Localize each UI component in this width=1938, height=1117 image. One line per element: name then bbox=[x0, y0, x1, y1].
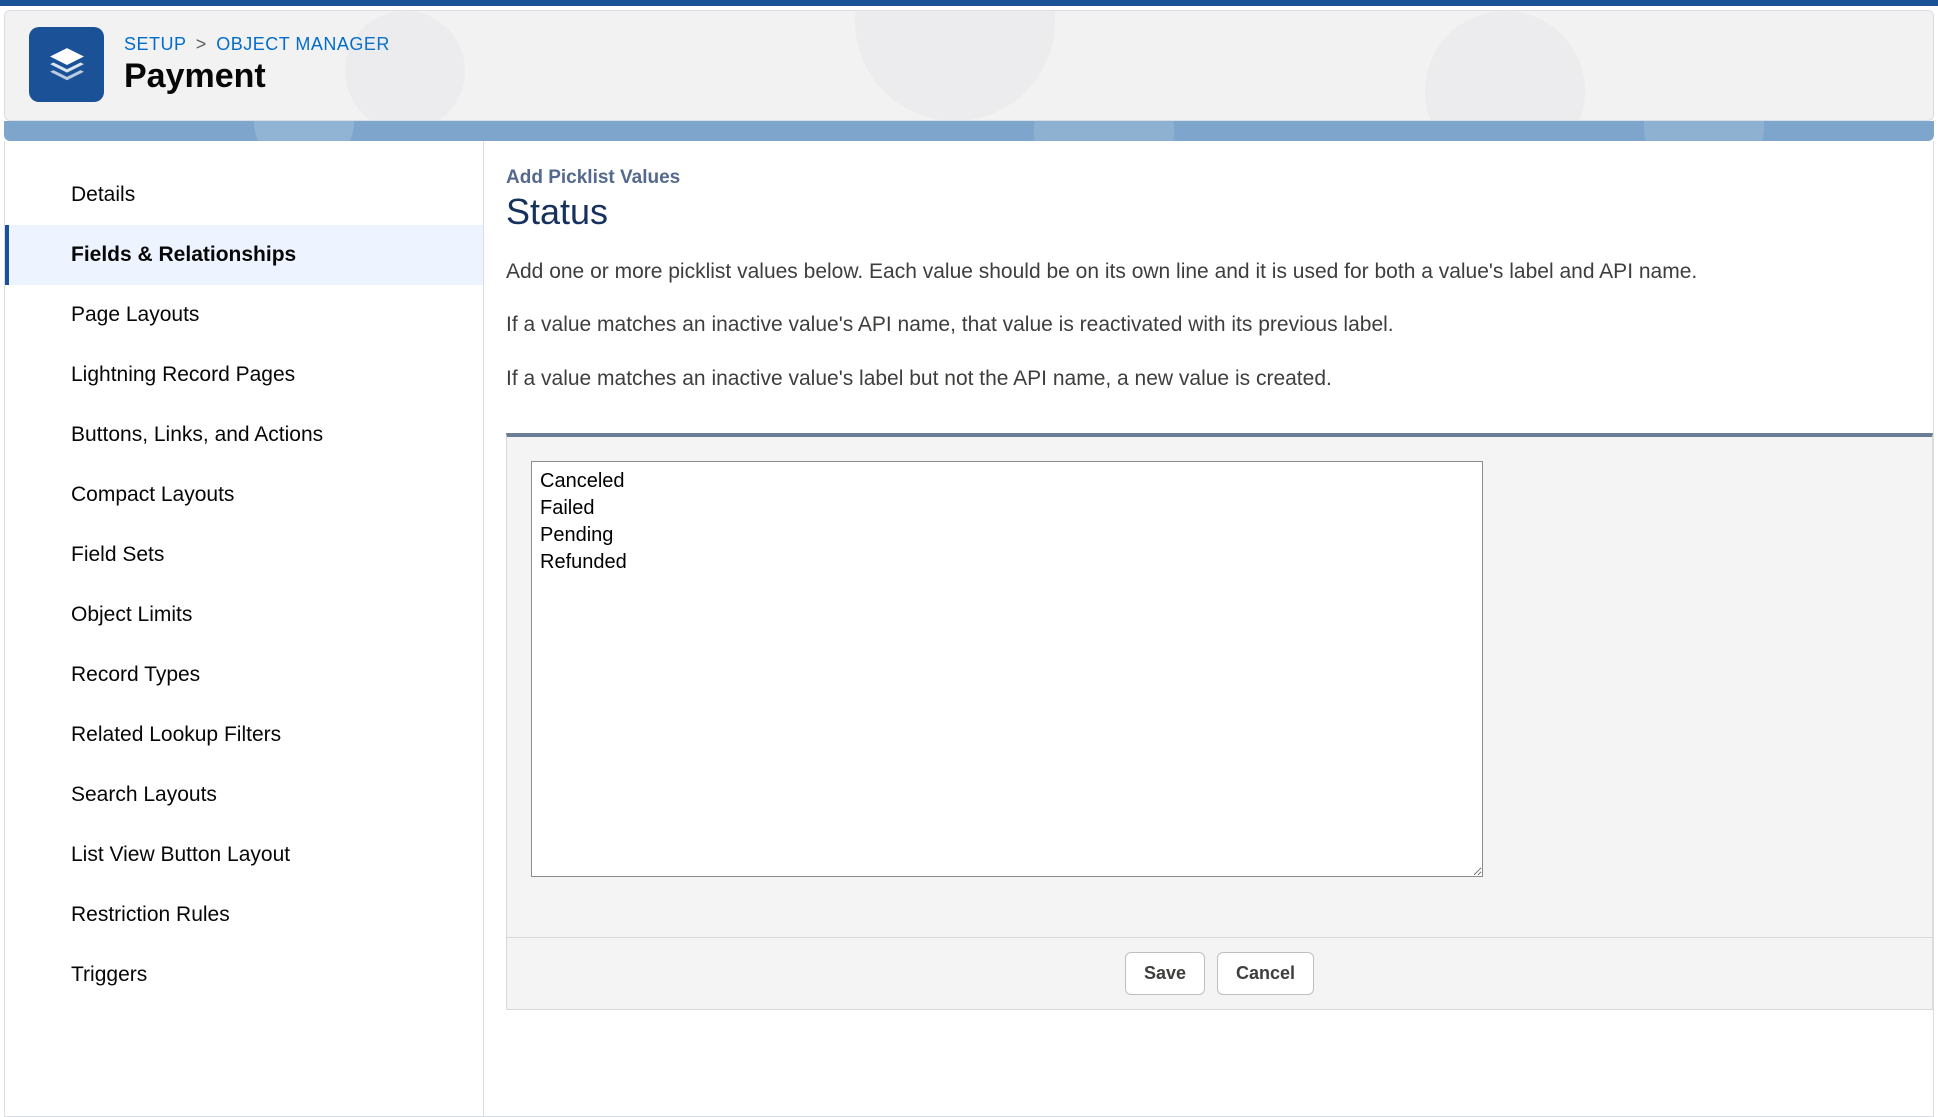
sidebar-item-compact-layouts[interactable]: Compact Layouts bbox=[5, 465, 483, 525]
breadcrumb-object-manager-link[interactable]: OBJECT MANAGER bbox=[216, 34, 390, 54]
breadcrumb: SETUP > OBJECT MANAGER bbox=[124, 34, 390, 55]
sidebar-item-field-sets[interactable]: Field Sets bbox=[5, 525, 483, 585]
main-content: Add Picklist Values Status Add one or mo… bbox=[484, 141, 1934, 1117]
sidebar-item-label: Record Types bbox=[71, 663, 200, 686]
layers-icon bbox=[45, 43, 89, 87]
form-panel: Save Cancel bbox=[506, 433, 1933, 1010]
sidebar-item-label: Triggers bbox=[71, 963, 147, 986]
help-text-3: If a value matches an inactive value's l… bbox=[506, 364, 1933, 393]
sidebar-item-label: Lightning Record Pages bbox=[71, 363, 295, 386]
help-text-2: If a value matches an inactive value's A… bbox=[506, 310, 1933, 339]
sidebar-item-label: Page Layouts bbox=[71, 303, 199, 326]
sidebar-item-fields-relationships[interactable]: Fields & Relationships bbox=[5, 225, 483, 285]
sidebar-item-label: Restriction Rules bbox=[71, 903, 230, 926]
sidebar-item-label: List View Button Layout bbox=[71, 843, 290, 866]
sidebar-item-page-layouts[interactable]: Page Layouts bbox=[5, 285, 483, 345]
sidebar-item-restriction-rules[interactable]: Restriction Rules bbox=[5, 885, 483, 945]
picklist-values-textarea[interactable] bbox=[531, 461, 1483, 877]
sidebar-item-label: Related Lookup Filters bbox=[71, 723, 281, 746]
sidebar-item-label: Object Limits bbox=[71, 603, 192, 626]
sidebar-item-details[interactable]: Details bbox=[5, 165, 483, 225]
sidebar-item-label: Field Sets bbox=[71, 543, 164, 566]
sidebar-item-label: Compact Layouts bbox=[71, 483, 234, 506]
page-header: SETUP > OBJECT MANAGER Payment bbox=[4, 10, 1934, 121]
sidebar-item-label: Details bbox=[71, 183, 135, 206]
save-button[interactable]: Save bbox=[1125, 952, 1205, 995]
sidebar-item-buttons-links-actions[interactable]: Buttons, Links, and Actions bbox=[5, 405, 483, 465]
sidebar-item-object-limits[interactable]: Object Limits bbox=[5, 585, 483, 645]
sidebar-item-label: Fields & Relationships bbox=[71, 243, 296, 266]
page-title: Payment bbox=[124, 57, 390, 96]
sidebar-item-list-view-button-layout[interactable]: List View Button Layout bbox=[5, 825, 483, 885]
button-row: Save Cancel bbox=[507, 937, 1932, 1009]
sidebar-item-search-layouts[interactable]: Search Layouts bbox=[5, 765, 483, 825]
header-text-block: SETUP > OBJECT MANAGER Payment bbox=[124, 34, 390, 96]
sidebar-item-related-lookup-filters[interactable]: Related Lookup Filters bbox=[5, 705, 483, 765]
field-title: Status bbox=[506, 191, 1933, 233]
section-subhead: Add Picklist Values bbox=[506, 167, 1933, 189]
sidebar-item-lightning-record-pages[interactable]: Lightning Record Pages bbox=[5, 345, 483, 405]
sidebar-item-record-types[interactable]: Record Types bbox=[5, 645, 483, 705]
object-manager-icon bbox=[29, 27, 104, 102]
body-wrap: Details Fields & Relationships Page Layo… bbox=[4, 141, 1934, 1117]
sidebar-item-triggers[interactable]: Triggers bbox=[5, 945, 483, 1005]
cancel-button[interactable]: Cancel bbox=[1217, 952, 1314, 995]
header-accent-strip bbox=[4, 121, 1934, 141]
sidebar: Details Fields & Relationships Page Layo… bbox=[4, 141, 484, 1117]
help-text-1: Add one or more picklist values below. E… bbox=[506, 257, 1933, 286]
breadcrumb-separator: > bbox=[196, 34, 207, 54]
sidebar-item-label: Search Layouts bbox=[71, 783, 217, 806]
window-top-border bbox=[0, 0, 1938, 6]
sidebar-item-label: Buttons, Links, and Actions bbox=[71, 423, 323, 446]
breadcrumb-setup-link[interactable]: SETUP bbox=[124, 34, 186, 54]
